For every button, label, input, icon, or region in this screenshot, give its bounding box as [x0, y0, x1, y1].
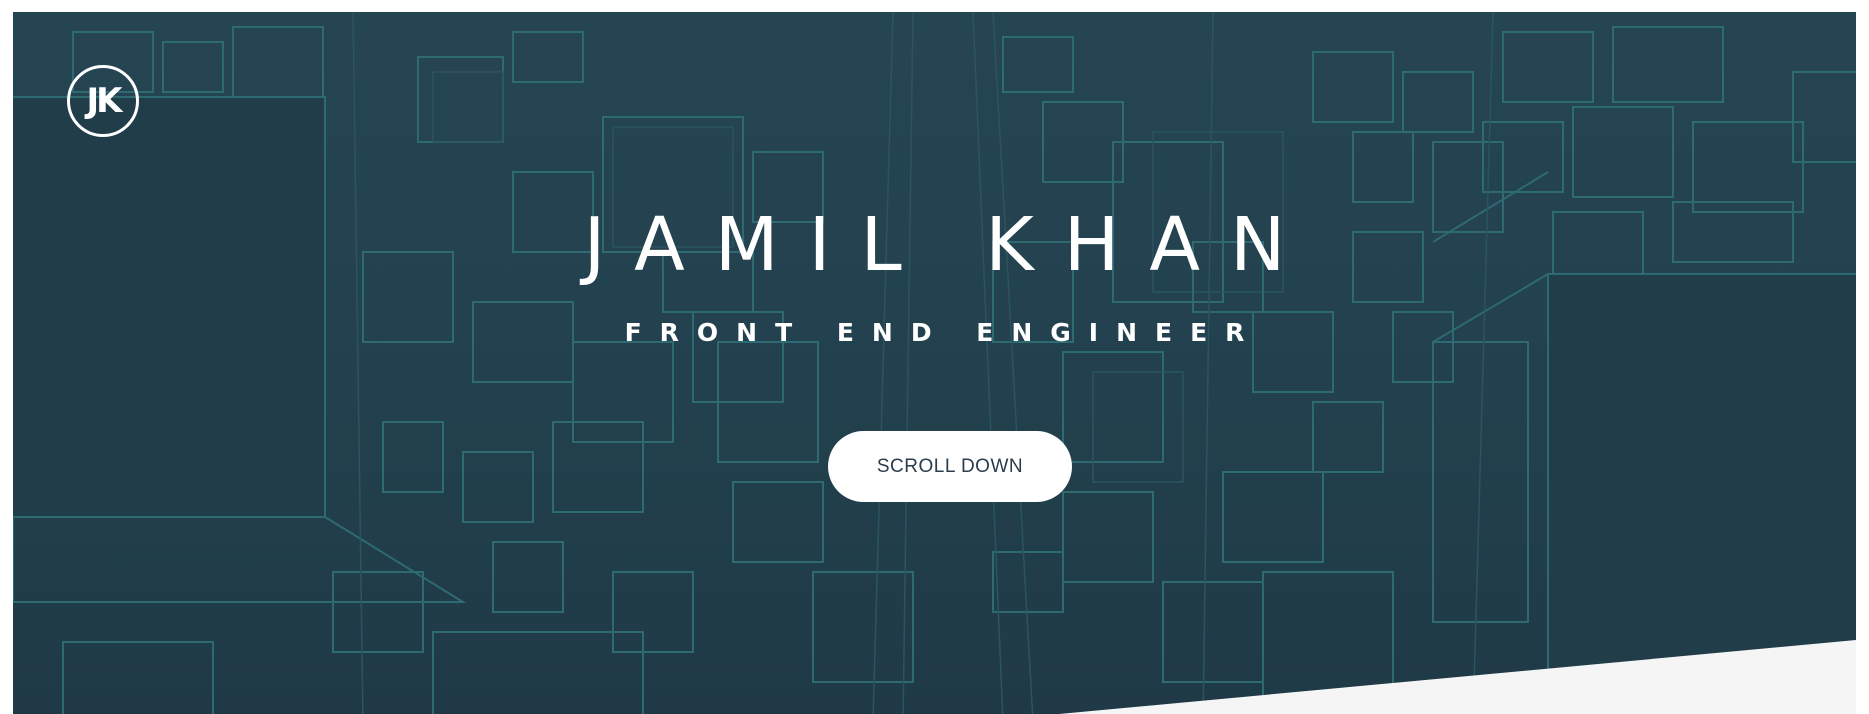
logo[interactable]: JK [67, 65, 139, 137]
scroll-down-button[interactable]: SCROLL DOWN [828, 431, 1072, 502]
hero-name: JAMIL KHAN [583, 202, 1316, 288]
hero-section: JAMIL KHAN FRONT END ENGINEER SCROLL DOW… [13, 12, 1856, 714]
hero-subtitle: FRONT END ENGINEER [624, 318, 1263, 347]
hero-content: JAMIL KHAN FRONT END ENGINEER SCROLL DOW… [13, 12, 1856, 714]
page: JAMIL KHAN FRONT END ENGINEER SCROLL DOW… [0, 0, 1869, 714]
logo-initials: JK [86, 81, 123, 121]
